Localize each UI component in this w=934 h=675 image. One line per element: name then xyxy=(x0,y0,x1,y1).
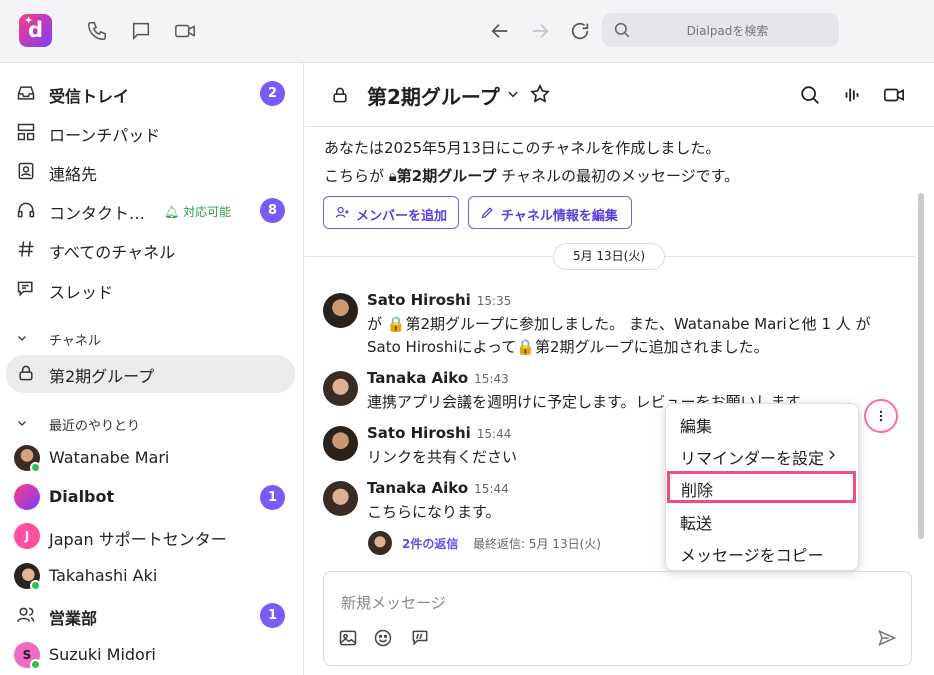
search-icon[interactable] xyxy=(799,84,821,106)
chat-icon[interactable] xyxy=(130,20,152,42)
search-input[interactable]: Dialpadを検索 xyxy=(602,13,839,47)
sidebar-item-all-channels[interactable]: すべてのチャネル xyxy=(6,231,295,267)
lock-icon: 🔒︎ xyxy=(388,167,397,185)
add-member-button[interactable]: メンバーを追加 xyxy=(323,196,459,229)
unread-badge: 1 xyxy=(260,485,285,510)
lock-icon xyxy=(330,84,350,106)
sidebar: 受信トレイ 2 ローンチパッド 連絡先 コンタクト… 🔔︎ 対応可能 8 すべて… xyxy=(0,63,304,675)
shortcut-icon[interactable] xyxy=(410,628,432,650)
recent-item-dialbot[interactable]: Dialbot 1 xyxy=(6,479,295,515)
audio-call-icon[interactable] xyxy=(841,84,863,106)
edit-channel-info-button[interactable]: チャネル情報を編集 xyxy=(468,196,632,229)
channel-intro-line1: あなたは2025年5月13日にこのチャネルを作成しました。 xyxy=(324,139,721,157)
channel-header: 第2期グループ xyxy=(305,63,934,127)
video-icon[interactable] xyxy=(883,84,905,106)
refresh-icon[interactable] xyxy=(569,20,591,42)
sidebar-item-launchpad[interactable]: ローンチパッド xyxy=(6,114,295,150)
channel-title[interactable]: 第2期グループ xyxy=(367,81,500,110)
more-actions-button[interactable] xyxy=(864,399,898,433)
recent-item-suzuki[interactable]: S Suzuki Midori xyxy=(6,637,295,673)
hash-icon xyxy=(16,239,36,259)
chevron-down-icon xyxy=(16,417,28,429)
menu-item-delete[interactable]: 削除 xyxy=(667,471,856,503)
search-placeholder: Dialpadを検索 xyxy=(686,24,769,38)
menu-item-copy-message[interactable]: メッセージをコピー xyxy=(666,536,858,568)
avatar xyxy=(323,293,358,328)
send-icon[interactable] xyxy=(877,628,899,650)
channel-intro-line2: こちらが 🔒︎第2期グループ チャネルの最初のメッセージです。 xyxy=(324,167,740,185)
channel-view: 第2期グループ あなたは2025年5月13日にこのチャネルを作成しました。 こち… xyxy=(305,63,934,675)
dialpad-logo[interactable]: ✦ d xyxy=(19,14,52,47)
add-user-icon xyxy=(335,205,350,220)
kebab-icon xyxy=(874,408,888,424)
menu-item-edit[interactable]: 編集 xyxy=(666,407,858,439)
threads-icon xyxy=(16,279,36,299)
chevron-down-icon xyxy=(16,332,28,344)
online-status-dot xyxy=(30,462,41,473)
chevron-right-icon xyxy=(826,448,838,462)
lock-icon xyxy=(16,363,36,383)
avatar xyxy=(323,481,358,516)
inbox-icon xyxy=(16,83,36,103)
avatar xyxy=(323,426,358,461)
sidebar-item-contact-center[interactable]: コンタクト… 🔔︎ 対応可能 8 xyxy=(6,192,295,228)
forward-arrow-icon[interactable] xyxy=(529,20,551,42)
pencil-icon xyxy=(480,205,495,220)
chevron-down-icon[interactable] xyxy=(506,87,520,101)
message-context-menu: 編集 リマインダーを設定 削除 転送 メッセージをコピー xyxy=(665,403,859,571)
contacts-icon xyxy=(16,161,36,181)
back-arrow-icon[interactable] xyxy=(489,20,511,42)
reply-count-link[interactable]: 2件の返信 xyxy=(402,535,458,552)
recent-item-takahashi[interactable]: Takahashi Aki xyxy=(6,558,295,594)
headset-icon xyxy=(16,200,36,220)
menu-item-set-reminder[interactable]: リマインダーを設定 xyxy=(666,439,858,471)
message-composer[interactable]: 新規メッセージ xyxy=(323,571,912,666)
online-status-dot xyxy=(30,659,41,670)
group-icon xyxy=(16,605,36,625)
recent-item-watanabe[interactable]: Watanabe Mari xyxy=(6,440,295,476)
avatar xyxy=(323,371,358,406)
sidebar-item-threads[interactable]: スレッド xyxy=(6,271,295,307)
sidebar-item-channel-active[interactable]: 第2期グループ xyxy=(6,355,295,393)
recent-item-sales[interactable]: 営業部 1 xyxy=(6,597,295,633)
sidebar-item-inbox[interactable]: 受信トレイ 2 xyxy=(6,75,295,111)
availability-status: 🔔︎ 対応可能 xyxy=(164,205,232,219)
avatar: J xyxy=(14,523,40,549)
scrollbar[interactable] xyxy=(918,193,924,539)
menu-item-forward[interactable]: 転送 xyxy=(666,504,858,536)
video-icon[interactable] xyxy=(174,20,196,42)
composer-placeholder: 新規メッセージ xyxy=(341,594,446,612)
phone-icon[interactable] xyxy=(86,20,108,42)
dialbot-avatar xyxy=(14,484,40,510)
unread-badge: 1 xyxy=(260,603,285,628)
emoji-icon[interactable] xyxy=(373,628,395,650)
date-divider: 5月 13日(火) xyxy=(553,243,665,270)
unread-badge: 8 xyxy=(260,198,285,223)
image-icon[interactable] xyxy=(338,628,360,650)
sidebar-item-contacts[interactable]: 連絡先 xyxy=(6,153,295,189)
avatar xyxy=(368,531,392,555)
star-icon[interactable] xyxy=(529,83,551,105)
top-bar: ✦ d Dialpadを検索 xyxy=(0,0,934,63)
launchpad-icon xyxy=(16,122,36,142)
online-status-dot xyxy=(30,580,41,591)
recent-item-japan-support[interactable]: J Japan サポートセンター xyxy=(6,518,295,554)
unread-badge: 2 xyxy=(260,81,285,106)
